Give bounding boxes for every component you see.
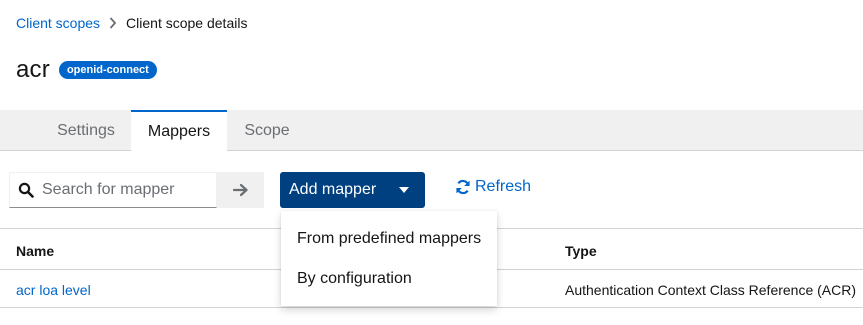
protocol-badge: openid-connect: [58, 61, 157, 79]
refresh-label: Refresh: [475, 178, 532, 195]
breadcrumb-client-scopes-link[interactable]: Client scopes: [16, 15, 100, 31]
page-title: acr: [16, 56, 50, 83]
menu-item-by-configuration[interactable]: By configuration: [281, 259, 497, 299]
search-input[interactable]: [42, 181, 212, 199]
column-header-type[interactable]: Type: [565, 243, 597, 259]
breadcrumb-current: Client scope details: [126, 15, 248, 31]
add-mapper-button[interactable]: Add mapper: [280, 172, 425, 208]
menu-item-from-predefined-mappers[interactable]: From predefined mappers: [281, 219, 497, 259]
add-mapper-label: Add mapper: [289, 181, 377, 198]
mapper-name-link[interactable]: acr loa level: [16, 282, 91, 298]
chevron-right-icon: [109, 17, 117, 29]
search-icon: [18, 182, 34, 198]
search-submit-button[interactable]: [217, 172, 264, 208]
tabs-bar: Settings Mappers Scope: [0, 110, 863, 152]
tab-scope[interactable]: Scope: [227, 110, 307, 151]
caret-down-icon: [399, 187, 409, 193]
tab-mappers[interactable]: Mappers: [131, 110, 227, 152]
search-box: [9, 172, 217, 208]
column-header-name[interactable]: Name: [16, 243, 54, 259]
refresh-button[interactable]: Refresh: [455, 178, 531, 196]
page-header: Client scopes Client scope details acr o…: [0, 0, 863, 110]
title-row: acr openid-connect: [16, 56, 157, 84]
add-mapper-dropdown-menu: From predefined mappers By configuration: [281, 211, 497, 306]
arrow-right-icon: [232, 183, 249, 197]
tab-settings[interactable]: Settings: [41, 110, 131, 151]
sync-icon: [455, 179, 471, 195]
mapper-type: Authentication Context Class Reference (…: [565, 282, 857, 298]
breadcrumb: Client scopes Client scope details: [16, 15, 247, 31]
